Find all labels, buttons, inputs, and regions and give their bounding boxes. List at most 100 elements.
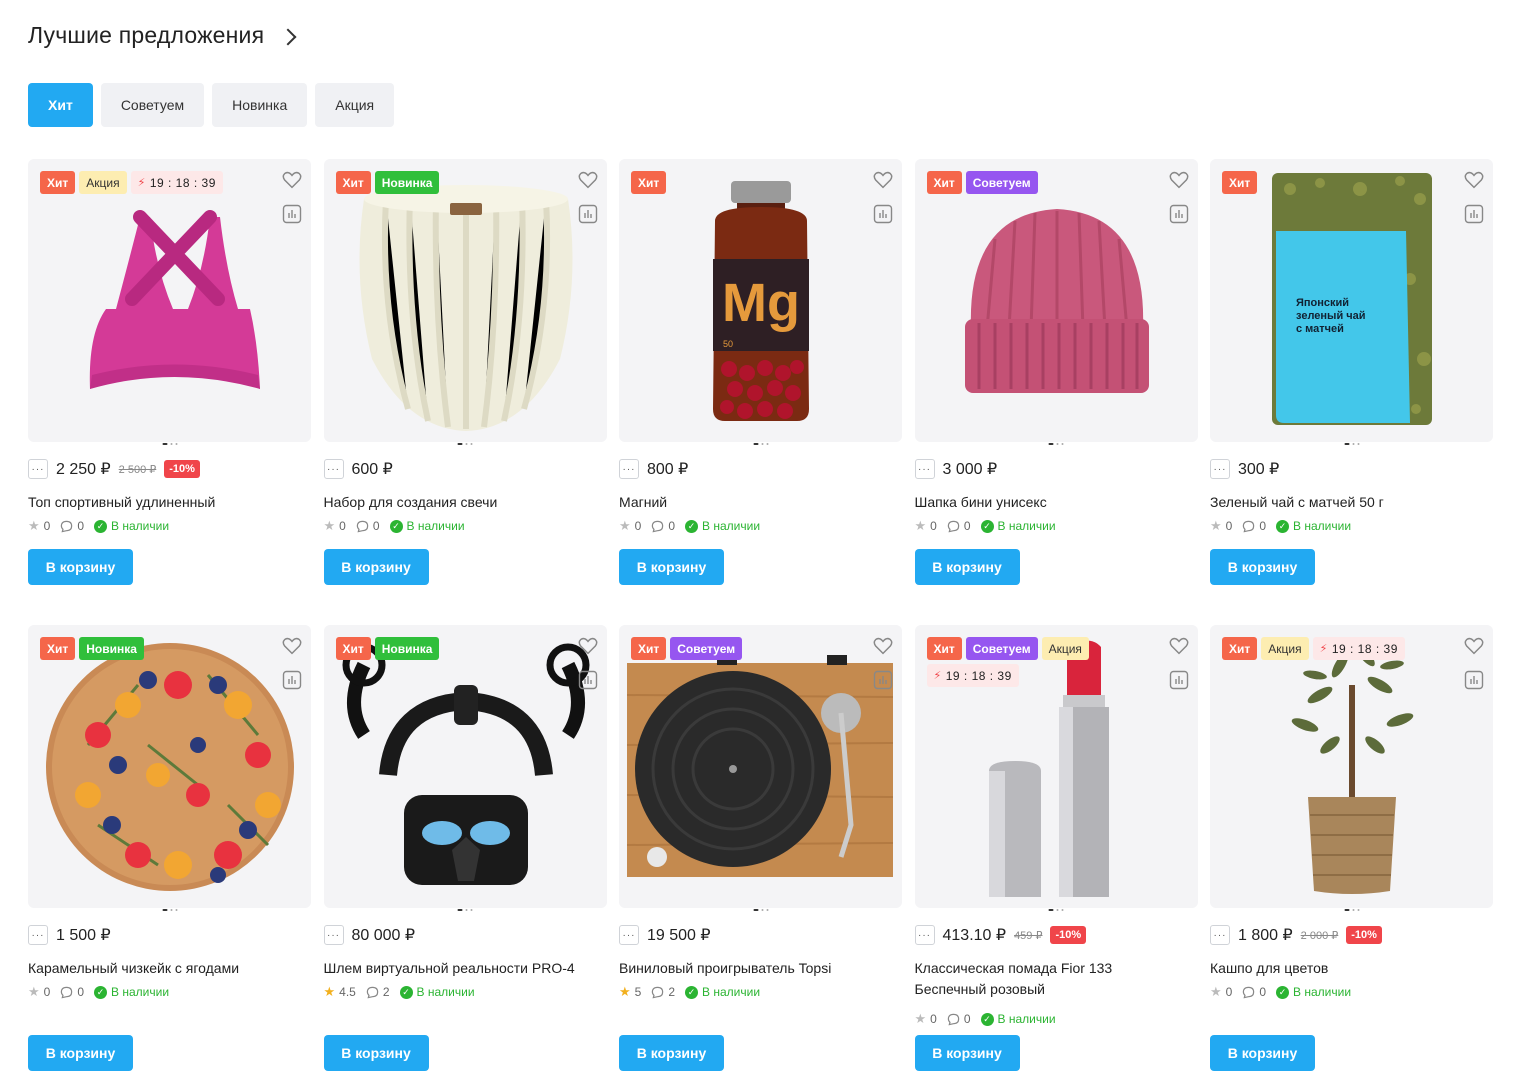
add-to-cart-button[interactable]: В корзину xyxy=(1210,549,1315,585)
more-options-icon[interactable]: ··· xyxy=(914,459,935,479)
product-name[interactable]: Шлем виртуальной реальности PRO-4 xyxy=(324,958,594,979)
compare-icon[interactable] xyxy=(1464,670,1484,690)
product-image[interactable]: Хит Акция ⚡ 19 : 18 : 39 xyxy=(1210,625,1493,908)
product-name[interactable]: Топ спортивный удлиненный xyxy=(28,492,298,513)
product-meta: ★ 5 2 ✓ В наличии xyxy=(619,984,760,1000)
product-image[interactable]: Mg 50 Хит xyxy=(619,159,902,442)
more-options-icon[interactable]: ··· xyxy=(914,925,935,945)
add-to-cart-button[interactable]: В корзину xyxy=(914,549,1020,585)
heart-icon[interactable] xyxy=(1168,169,1190,191)
stock-text: В наличии xyxy=(406,519,465,533)
comment-icon xyxy=(947,520,960,532)
heart-icon[interactable] xyxy=(872,169,894,191)
rating-value: 5 xyxy=(634,985,642,999)
comment-icon xyxy=(1243,986,1255,998)
product-card[interactable]: Mg 50 Хит ··· 800 ₽ Магний ★ 0 0 ✓ В налич… xyxy=(619,159,902,625)
product-image[interactable]: Хит Акция ⚡ 19 : 18 : 39 xyxy=(28,159,311,442)
product-name[interactable]: Кашпо для цветов xyxy=(1210,958,1480,979)
product-name[interactable]: Зеленый чай с матчей 50 г xyxy=(1210,492,1480,513)
compare-icon[interactable] xyxy=(1464,204,1484,224)
compare-icon[interactable] xyxy=(578,204,598,224)
compare-icon[interactable] xyxy=(873,204,893,224)
product-card[interactable]: Хит Акция ⚡ 19 : 18 : 39 ··· 2 250 ₽2 500 ₽… xyxy=(28,159,311,625)
add-to-cart-button[interactable]: В корзину xyxy=(28,549,133,585)
product-card[interactable]: Хит Акция ⚡ 19 : 18 : 39 ··· 1 800 ₽2 000 ₽… xyxy=(1210,625,1493,1087)
compare-icon[interactable] xyxy=(578,670,598,690)
compare-icon[interactable] xyxy=(1169,204,1189,224)
image-pagination xyxy=(1344,909,1359,911)
product-image[interactable]: Хит Советуем Акция ⚡ 19 : 18 : 39 xyxy=(914,625,1198,908)
stock-status: ✓ В наличии xyxy=(980,519,1056,533)
reviews: 0 xyxy=(1242,985,1266,999)
product-image[interactable]: Хит Новинка xyxy=(28,625,311,908)
rating-value: 0 xyxy=(1225,985,1233,999)
heart-icon[interactable] xyxy=(1463,635,1485,657)
product-price: 600 ₽ xyxy=(351,461,393,478)
more-options-icon[interactable]: ··· xyxy=(28,925,48,945)
add-to-cart-button[interactable]: В корзину xyxy=(323,1035,429,1071)
product-name[interactable]: Шапка бини унисекс xyxy=(915,492,1185,513)
compare-icon[interactable] xyxy=(282,670,302,690)
more-options-icon[interactable]: ··· xyxy=(1210,459,1230,479)
compare-icon[interactable] xyxy=(873,670,893,690)
check-icon: ✓ xyxy=(1276,985,1290,999)
price-row: ··· 413.10 ₽ 459 ₽ -10% xyxy=(914,925,1087,945)
product-name[interactable]: Классическая помада Fior 133 Беспечный р… xyxy=(915,958,1185,1000)
product-image[interactable]: Хит Новинка xyxy=(323,159,607,442)
product-card[interactable]: Хит Новинка ··· 80 000 ₽ Шлем виртуальной… xyxy=(323,625,607,1087)
compare-icon[interactable] xyxy=(282,204,302,224)
product-price: 3 000 ₽ xyxy=(942,461,998,478)
stock-text: В наличии xyxy=(1293,519,1352,533)
rating: ★ 5 xyxy=(619,984,641,1000)
product-card[interactable]: Хит Советуем ··· 19 500 ₽ Виниловый проиг… xyxy=(619,625,902,1087)
heart-icon[interactable] xyxy=(577,169,599,191)
product-card[interactable]: Японский зеленый чай с матчей Хит ··· 30… xyxy=(1210,159,1493,625)
heart-icon[interactable] xyxy=(1168,635,1190,657)
product-card[interactable]: Хит Новинка ··· 600 ₽ Набор для создания … xyxy=(323,159,607,625)
heart-icon[interactable] xyxy=(281,169,303,191)
more-options-icon[interactable]: ··· xyxy=(619,459,639,479)
badge-group: Хит Акция ⚡ 19 : 18 : 39 xyxy=(1222,637,1405,660)
add-to-cart-button[interactable]: В корзину xyxy=(914,1035,1020,1071)
badge-group: Хит Советуем xyxy=(631,637,743,660)
product-card[interactable]: Хит Советуем Акция ⚡ 19 : 18 : 39 ··· 413.10… xyxy=(914,625,1198,1087)
add-to-cart-button[interactable]: В корзину xyxy=(1210,1035,1315,1071)
product-name[interactable]: Набор для создания свечи xyxy=(324,492,594,513)
tab-sale[interactable]: Акция xyxy=(315,83,395,127)
stock-status: ✓ В наличии xyxy=(685,985,760,999)
heart-icon[interactable] xyxy=(872,635,894,657)
tab-recommend[interactable]: Советуем xyxy=(100,83,205,127)
product-image[interactable]: Японский зеленый чай с матчей Хит xyxy=(1210,159,1493,442)
add-to-cart-button[interactable]: В корзину xyxy=(323,549,429,585)
product-card[interactable]: Хит Советуем ··· 3 000 ₽ Шапка бини унисе… xyxy=(914,159,1198,625)
section-header[interactable]: Лучшие предложения xyxy=(28,22,297,49)
more-options-icon[interactable]: ··· xyxy=(323,459,344,479)
tab-hit[interactable]: Хит xyxy=(28,83,93,127)
product-name[interactable]: Магний xyxy=(619,492,889,513)
more-options-icon[interactable]: ··· xyxy=(1210,925,1230,945)
add-to-cart-button[interactable]: В корзину xyxy=(619,549,724,585)
product-card[interactable]: Хит Новинка ··· 1 500 ₽ Карамельный чизке… xyxy=(28,625,311,1087)
product-name[interactable]: Карамельный чизкейк с ягодами xyxy=(28,958,298,979)
more-options-icon[interactable]: ··· xyxy=(619,925,639,945)
timer-text: 19 : 18 : 39 xyxy=(945,668,1012,683)
product-image[interactable]: Хит Советуем xyxy=(619,625,902,908)
star-icon: ★ xyxy=(28,518,40,533)
section-title[interactable]: Лучшие предложения xyxy=(28,22,264,49)
more-options-icon[interactable]: ··· xyxy=(28,459,48,479)
product-name[interactable]: Виниловый проигрыватель Topsi xyxy=(619,958,889,979)
chevron-right-icon[interactable] xyxy=(279,28,297,45)
add-to-cart-button[interactable]: В корзину xyxy=(619,1035,724,1071)
product-meta: ★ 4.5 2 ✓ В наличии xyxy=(324,984,475,1000)
tab-new[interactable]: Новинка xyxy=(212,83,308,127)
more-options-icon[interactable]: ··· xyxy=(323,925,344,945)
check-icon: ✓ xyxy=(1276,519,1290,533)
compare-icon[interactable] xyxy=(1169,670,1189,690)
add-to-cart-button[interactable]: В корзину xyxy=(28,1035,133,1071)
product-image[interactable]: Хит Советуем xyxy=(914,159,1198,442)
heart-icon[interactable] xyxy=(577,635,599,657)
heart-icon[interactable] xyxy=(281,635,303,657)
product-image[interactable]: Хит Новинка xyxy=(323,625,607,908)
timer-badge: ⚡ 19 : 18 : 39 xyxy=(926,664,1019,687)
heart-icon[interactable] xyxy=(1463,169,1485,191)
